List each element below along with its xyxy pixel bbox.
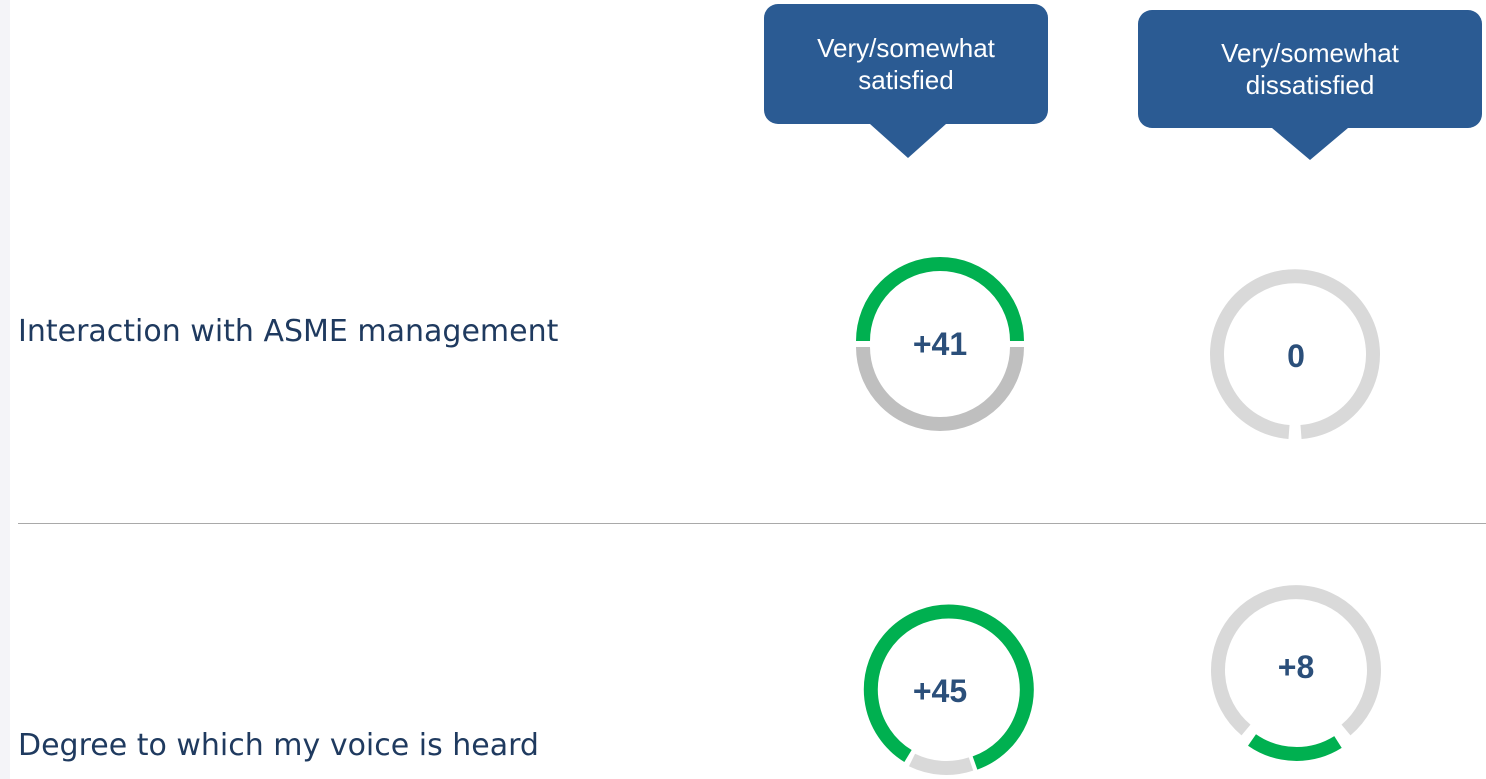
gauge-voice-satisfied-value: +45 — [913, 673, 967, 709]
gauge-management-dissatisfied: 0 — [1210, 269, 1380, 439]
gauge-management-dissatisfied-value: 0 — [1287, 338, 1305, 374]
donut-chart-area: +41 0 +45 +8 — [856, 257, 1381, 775]
gauge-management-satisfied-value: +41 — [913, 326, 967, 362]
gauge-voice-dissatisfied: +8 — [1211, 585, 1381, 761]
gauge-voice-satisfied: +45 — [863, 604, 1034, 775]
gauge-voice-dissatisfied-positive-arc — [1248, 734, 1342, 761]
gauge-voice-dissatisfied-value: +8 — [1278, 649, 1314, 685]
gauge-management-satisfied: +41 — [856, 257, 1024, 431]
gauge-voice-satisfied-neutral-arc — [908, 753, 974, 775]
